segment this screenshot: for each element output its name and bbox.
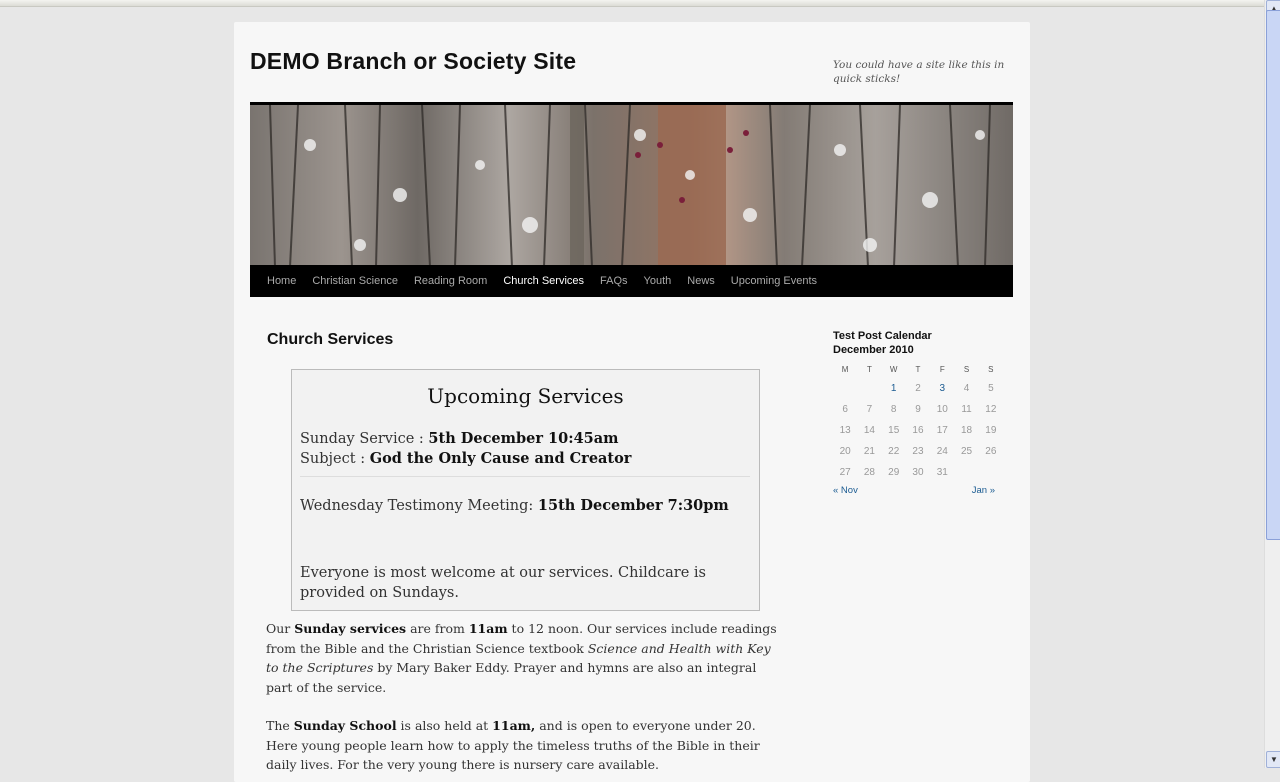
calendar-table: M T W T F S S 1 2 3 4 5 6 7 8 9 10 11 12 13 14 15 16 17 1… [833,361,1003,483]
calendar-day: 16 [912,425,924,436]
weekday-tue: T [866,365,872,374]
calendar-day: 10 [936,404,948,415]
calendar-empty-cell [979,462,1003,483]
sunday-services-paragraph: Our Sunday services are from 11am to 12 … [266,619,786,697]
calendar-day: 20 [839,446,851,457]
calendar-day: 29 [888,467,900,478]
calendar-day: 4 [963,383,970,394]
calendar-empty-cell [954,462,978,483]
calendar-day: 31 [936,467,948,478]
p2-bold-sunday-school: Sunday School [293,718,397,733]
site-title[interactable]: DEMO Branch or Society Site [250,48,576,75]
weekday-thu: T [915,365,921,374]
p1-text-2: are from [406,621,469,636]
calendar-day: 21 [863,446,875,457]
calendar-day: 12 [985,404,997,415]
p2-text-2: is also held at [396,718,493,733]
wednesday-meeting-value: 15th December 7:30pm [537,497,729,514]
calendar-week-row: 13 14 15 16 17 18 19 [833,420,1003,441]
sunday-service-value: 5th December 10:45am [428,430,619,447]
calendar-day: 13 [839,425,851,436]
p2-bold-time: 11am, [492,718,536,733]
weekday-sun: S [988,365,994,374]
subject-value: God the Only Cause and Creator [369,450,632,467]
calendar-weekday-row: M T W T F S S [833,361,1003,378]
page-container: DEMO Branch or Society Site You could ha… [234,22,1030,782]
calendar-week-row: 1234 5 [833,378,1003,399]
browser-top-strip [0,0,1280,7]
calendar-day: 11 [961,404,972,415]
weekday-mon: M [841,365,849,374]
calendar-day: 7 [866,404,873,415]
calendar-day: 24 [936,446,948,457]
upcoming-services-box: Upcoming Services Sunday Service : 5th D… [291,369,760,611]
welcome-text: Everyone is most welcome at our services… [300,565,706,601]
calendar-day: 6 [842,404,848,415]
nav-item-news[interactable]: News [679,265,723,297]
calendar-week-row: 20 21 22 23 24 25 26 [833,441,1003,462]
calendar-nav: « Nov Jan » [833,485,995,496]
services-divider [300,476,750,477]
calendar-day: 15 [888,425,900,436]
snowy-forest-image [250,105,1013,267]
calendar-day: 5 [988,383,994,394]
p2-text-1: The [266,718,294,733]
calendar-day: 8 [890,404,897,415]
site-tagline: You could have a site like this in quick… [833,59,1005,85]
nav-list: Home Christian Science Reading Room Chur… [250,265,1013,297]
calendar-widget: Test Post Calendar December 2010 M T W T… [833,329,1003,496]
calendar-empty-cell [857,378,881,399]
weekday-wed: W [889,365,898,374]
calendar-next-link[interactable]: Jan » [972,485,995,496]
sunday-school-paragraph: The Sunday School is also held at 11am, … [266,716,786,775]
calendar-day: 22 [888,446,900,457]
calendar-empty-cell [833,378,857,399]
calendar-day: 27 [839,467,851,478]
weekday-fri: F [939,365,945,374]
sunday-service-label: Sunday Service : [300,431,429,447]
calendar-body: 1 2 3 4 5 6 7 8 9 10 11 12 13 14 15 16 17 18 19 20 21 22 23 24 2… [833,378,1003,483]
nav-item-reading-room[interactable]: Reading Room [406,265,495,297]
upcoming-services-title: Upcoming Services [427,384,624,408]
scroll-thumb[interactable] [1266,10,1280,540]
calendar-day: 26 [985,446,997,457]
sunday-service-row: Sunday Service : 5th December 10:45am [300,430,619,447]
header-image [250,102,1013,267]
nav-item-youth[interactable]: Youth [636,265,680,297]
calendar-day: 14 [863,425,875,436]
p1-bold-time: 11am [468,621,508,636]
p1-bold-sunday-services: Sunday services [294,621,407,636]
calendar-week-row: 6 7 8 9 10 11 12 [833,399,1003,420]
calendar-day: 18 [960,425,973,436]
calendar-day: 17 [936,425,948,436]
main-nav: Home Christian Science Reading Room Chur… [250,265,1013,297]
calendar-day[interactable]: 1 [882,378,906,399]
calendar-day: 23 [912,446,924,457]
nav-item-home[interactable]: Home [259,265,304,297]
calendar-day[interactable]: 3 [930,378,954,399]
nav-item-church-services[interactable]: Church Services [495,265,592,297]
calendar-day: 30 [912,467,924,478]
nav-item-faqs[interactable]: FAQs [592,265,636,297]
calendar-day: 28 [863,467,875,478]
p1-text-1: Our [266,621,295,636]
calendar-day: 19 [985,425,997,436]
weekday-sat: S [963,365,970,374]
calendar-day: 9 [915,404,921,415]
calendar-week-row: 27 28 29 30 31 [833,462,1003,483]
calendar-month: December 2010 [833,344,914,356]
page-title: Church Services [267,331,394,348]
nav-item-christian-science[interactable]: Christian Science [304,265,406,297]
subject-row: Subject : God the Only Cause and Creator [300,450,631,467]
calendar-day: 25 [960,446,973,457]
calendar-prev-link[interactable]: « Nov [833,485,858,496]
wednesday-meeting-label: Wednesday Testimony Meeting: [300,498,538,514]
calendar-widget-title: Test Post Calendar [833,330,932,342]
subject-label: Subject : [300,451,370,467]
calendar-day: 2 [915,383,921,394]
vertical-scrollbar[interactable]: ▲ ▼ [1264,0,1280,768]
wednesday-meeting-row: Wednesday Testimony Meeting: 15th Decemb… [300,497,729,514]
nav-item-upcoming-events[interactable]: Upcoming Events [723,265,825,297]
scroll-down-button[interactable]: ▼ [1266,751,1280,768]
